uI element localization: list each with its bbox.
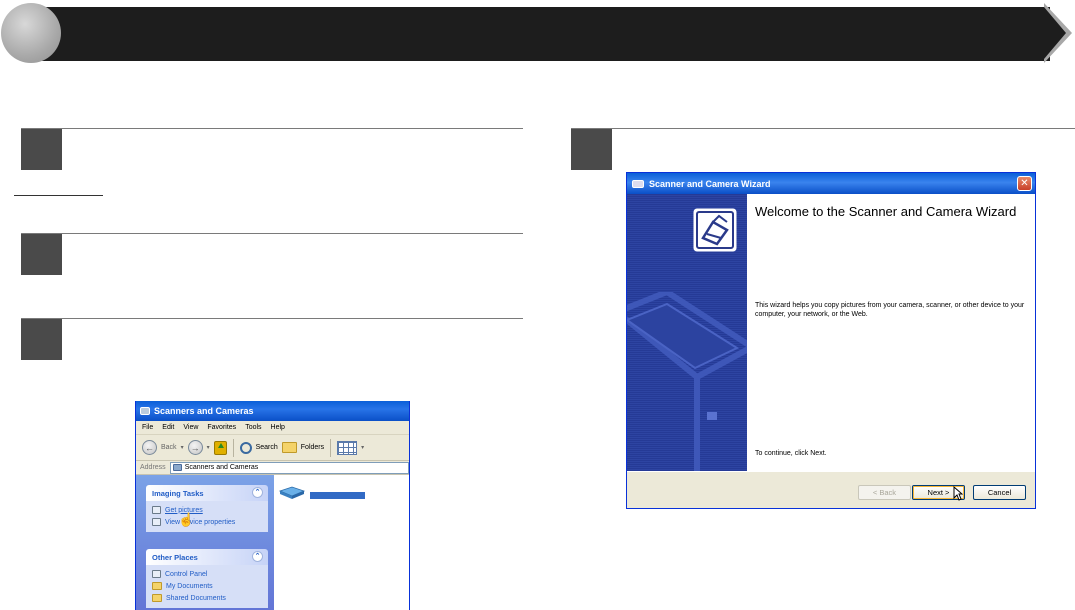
address-label: Address bbox=[140, 464, 166, 471]
views-icon[interactable] bbox=[337, 440, 358, 455]
properties-icon bbox=[152, 518, 161, 526]
imaging-tasks-title: Imaging Tasks bbox=[152, 488, 204, 498]
address-input[interactable]: Scanners and Cameras bbox=[169, 461, 409, 474]
step-3-number-box bbox=[21, 319, 62, 360]
imaging-tasks-header[interactable]: Imaging Tasks ⌃ bbox=[146, 485, 268, 501]
mouse-pointer-icon bbox=[953, 486, 963, 501]
folder-icon bbox=[152, 594, 162, 602]
folders-button-label[interactable]: Folders bbox=[301, 444, 324, 451]
explorer-toolbar: ← Back ▾ → ▾ Search Folders ▾ bbox=[136, 435, 409, 461]
cancel-button[interactable]: Cancel bbox=[973, 485, 1026, 500]
other-places-panel: Other Places ⌃ Control Panel My Document… bbox=[146, 549, 268, 608]
wizard-side-banner bbox=[627, 194, 747, 471]
wizard-content: Welcome to the Scanner and Camera Wizard… bbox=[747, 194, 1035, 471]
back-button-label[interactable]: Back bbox=[161, 444, 177, 451]
back-arrow-icon[interactable]: ← bbox=[142, 440, 157, 455]
explorer-menu-bar: File Edit View Favorites Tools Help bbox=[136, 421, 409, 435]
other-places-header[interactable]: Other Places ⌃ bbox=[146, 549, 268, 565]
step-3-divider bbox=[21, 318, 523, 319]
views-dropdown-icon[interactable]: ▾ bbox=[361, 444, 364, 451]
banner-circle-badge bbox=[1, 3, 61, 63]
other-places-list: Control Panel My Documents Shared Docume… bbox=[146, 565, 268, 608]
folder-icon bbox=[152, 582, 162, 590]
explorer-title: Scanners and Cameras bbox=[154, 406, 254, 416]
step-1-divider bbox=[21, 128, 523, 129]
menu-file[interactable]: File bbox=[142, 424, 153, 431]
task-pane: Imaging Tasks ⌃ Get pictures View device… bbox=[136, 475, 274, 610]
hand-pointer-icon: ☝ bbox=[178, 512, 195, 527]
search-icon[interactable] bbox=[239, 441, 252, 454]
shared-documents-link[interactable]: Shared Documents bbox=[152, 592, 262, 604]
wizard-description: This wizard helps you copy pictures from… bbox=[755, 302, 1025, 318]
imaging-tasks-panel: Imaging Tasks ⌃ Get pictures View device… bbox=[146, 485, 268, 532]
step-1-number-box bbox=[21, 129, 62, 170]
get-pictures-icon bbox=[152, 506, 161, 514]
control-panel-link[interactable]: Control Panel bbox=[152, 568, 262, 580]
other-places-title: Other Places bbox=[152, 552, 198, 562]
toolbar-separator bbox=[232, 438, 234, 457]
search-button-label[interactable]: Search bbox=[256, 444, 278, 451]
forward-dropdown-icon[interactable]: ▾ bbox=[207, 444, 210, 451]
toolbar-separator bbox=[330, 438, 332, 457]
wizard-title: Scanner and Camera Wizard bbox=[649, 178, 771, 189]
explorer-window: Scanners and Cameras File Edit View Favo… bbox=[135, 401, 410, 610]
forward-arrow-icon[interactable]: → bbox=[187, 440, 203, 455]
scanner-camera-icon bbox=[632, 179, 644, 188]
menu-help[interactable]: Help bbox=[271, 424, 285, 431]
scanner-camera-icon bbox=[140, 407, 150, 415]
menu-view[interactable]: View bbox=[183, 424, 198, 431]
selected-device-label[interactable] bbox=[310, 492, 365, 499]
imaging-tasks-list: Get pictures View device properties bbox=[146, 501, 268, 532]
collapse-chevron-icon[interactable]: ⌃ bbox=[252, 551, 263, 562]
explorer-body: Imaging Tasks ⌃ Get pictures View device… bbox=[136, 475, 409, 610]
menu-edit[interactable]: Edit bbox=[162, 424, 174, 431]
back-button[interactable]: < Back bbox=[858, 485, 911, 500]
up-folder-icon[interactable] bbox=[213, 440, 227, 455]
wizard-button-bar: < Back Next > Cancel bbox=[627, 471, 1035, 508]
scanner-device-icon[interactable] bbox=[278, 485, 306, 501]
address-bar: Address Scanners and Cameras bbox=[136, 461, 409, 475]
header-banner bbox=[28, 7, 1050, 61]
collapse-chevron-icon[interactable]: ⌃ bbox=[252, 487, 263, 498]
wizard-heading: Welcome to the Scanner and Camera Wizard bbox=[755, 204, 1017, 219]
wizard-continue-hint: To continue, click Next. bbox=[755, 450, 827, 457]
my-documents-link[interactable]: My Documents bbox=[152, 580, 262, 592]
step-4-divider bbox=[571, 128, 1075, 129]
step-4-number-box bbox=[571, 129, 612, 170]
back-dropdown-icon[interactable]: ▾ bbox=[181, 444, 184, 451]
explorer-title-bar[interactable]: Scanners and Cameras bbox=[136, 401, 409, 421]
step-2-divider bbox=[21, 233, 523, 234]
step-2-number-box bbox=[21, 234, 62, 275]
view-device-properties-link[interactable]: View device properties bbox=[152, 516, 262, 528]
close-icon[interactable]: ✕ bbox=[1017, 176, 1032, 191]
banner-arrow bbox=[1044, 7, 1066, 59]
menu-tools[interactable]: Tools bbox=[245, 424, 261, 431]
wizard-logo-icon bbox=[693, 208, 737, 252]
folders-icon[interactable] bbox=[281, 442, 297, 453]
address-value: Scanners and Cameras bbox=[184, 464, 259, 471]
note-underline bbox=[14, 195, 103, 196]
scanner-camera-icon bbox=[172, 464, 182, 471]
wizard-title-bar[interactable]: Scanner and Camera Wizard ✕ bbox=[627, 173, 1035, 194]
menu-favorites[interactable]: Favorites bbox=[207, 424, 236, 431]
scanner-illustration bbox=[627, 292, 747, 471]
wizard-window: Scanner and Camera Wizard ✕ Welcome to t… bbox=[626, 172, 1036, 509]
get-pictures-link[interactable]: Get pictures bbox=[152, 504, 262, 516]
control-panel-icon bbox=[152, 570, 161, 578]
